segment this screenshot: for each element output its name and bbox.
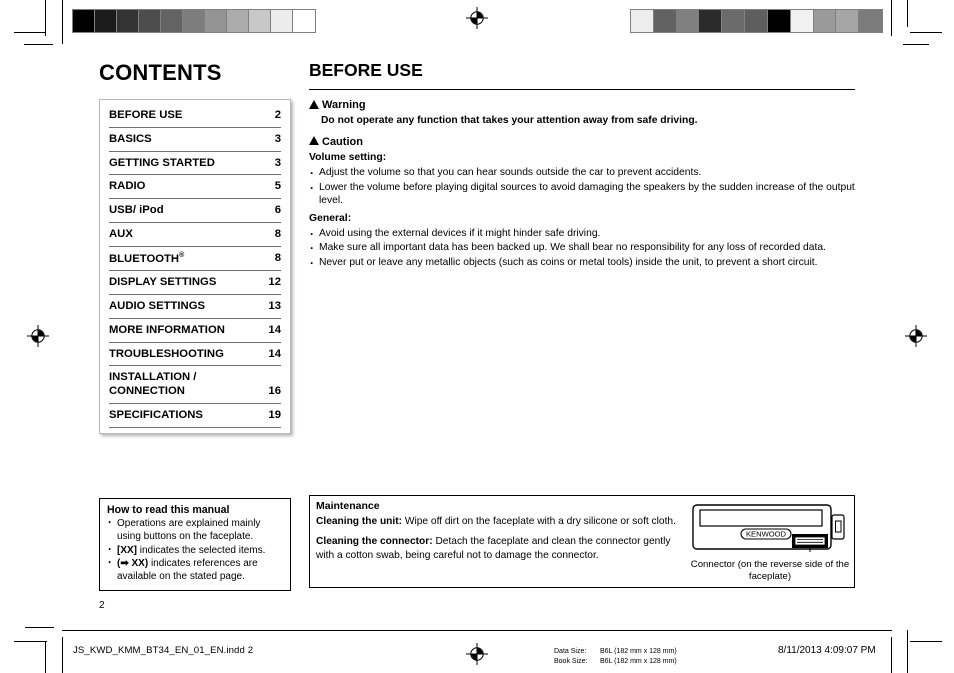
maintenance-clean-connector-label: Cleaning the connector: [316, 536, 433, 548]
toc-row-label: DISPLAY SETTINGS [109, 276, 217, 289]
maintenance-clean-unit-text: Wipe off dirt on the faceplate with a dr… [402, 515, 676, 527]
toc-row[interactable]: BASICS 3 [109, 128, 281, 152]
toc-row-label: BEFORE USE [109, 109, 183, 121]
faceplate-caption: Connector (on the reverse side of the fa… [690, 559, 850, 582]
before-use-body: Warning Do not operate any function that… [309, 98, 857, 273]
general-item: Avoid using the external devices if it m… [309, 226, 857, 242]
data-size-label: Data Size: [554, 648, 587, 655]
how-to-read-title: How to read this manual [107, 504, 230, 516]
how-to-read-list: Operations are explained mainly using bu… [107, 515, 283, 584]
toc-row-label: GETTING STARTED [109, 156, 215, 169]
toc-row-page: 12 [268, 276, 281, 289]
volume-setting-item: Lower the volume before playing digital … [309, 180, 857, 209]
toc-row[interactable]: DISPLAY SETTINGS 12 [109, 271, 281, 296]
maintenance-clean-unit: Cleaning the unit: Wipe off dirt on the … [316, 515, 688, 528]
svg-text:KENWOOD: KENWOOD [746, 530, 787, 539]
volume-setting-label: Volume setting: [309, 152, 387, 164]
toc-row[interactable]: AUDIO SETTINGS 13 [109, 295, 281, 319]
warning-text: Do not operate any function that takes y… [321, 114, 698, 126]
maintenance-title: Maintenance [316, 500, 380, 512]
how-to-read-item: Operations are explained mainly using bu… [107, 515, 283, 544]
general-label: General: [309, 213, 352, 225]
caution-heading: Caution [309, 135, 857, 150]
toc-row-page: 3 [274, 132, 281, 145]
toc-row[interactable]: AUX 8 [109, 223, 281, 247]
maintenance-box: Maintenance Cleaning the unit: Wipe off … [309, 495, 855, 588]
how-to-read-box: How to read this manual Operations are e… [99, 498, 291, 592]
footer-timestamp: 8/11/2013 4:09:07 PM [778, 645, 876, 656]
faceplate-diagram-svg: KENWOOD [692, 504, 845, 554]
general-item: Never put or leave any metallic objects … [309, 255, 857, 271]
toc-row-page: 13 [268, 300, 281, 313]
toc-row-label: TROUBLESHOOTING [109, 347, 224, 360]
toc-row-label: AUX [109, 227, 133, 240]
toc-row-page: 5 [274, 180, 281, 193]
toc-row[interactable]: SPECIFICATIONS 19 [109, 404, 281, 428]
general-item: Make sure all important data has been ba… [309, 240, 857, 256]
toc-row[interactable]: BEFORE USE 2 [109, 104, 281, 128]
data-size-value: B6L (182 mm x 128 mm) [600, 648, 677, 655]
toc-row-page: 2 [274, 109, 281, 121]
toc-row-label: BLUETOOTH® [109, 251, 185, 265]
toc-row-page: 8 [274, 227, 281, 240]
toc-row-label: BASICS [109, 132, 152, 145]
table-of-contents: BEFORE USE 2 BASICS 3 GETTING STARTED 3 RADIO 5… [99, 99, 291, 434]
toc-row-label: SPECIFICATIONS [109, 408, 203, 421]
caution-heading-label: Caution [322, 135, 363, 148]
toc-row-page: 16 [268, 385, 281, 398]
page-number: 2 [99, 600, 105, 611]
warning-triangle-icon [309, 99, 319, 109]
toc-row[interactable]: USB/ iPod 6 [109, 199, 281, 223]
bracket-token: [XX] [117, 544, 137, 556]
toc-row[interactable]: MORE INFORMATION 14 [109, 319, 281, 343]
footer-size-info: Data Size: B6L (182 mm x 128 mm) Book Si… [554, 647, 677, 667]
section-title-rule [309, 89, 855, 90]
toc-row[interactable]: TROUBLESHOOTING 14 [109, 343, 281, 367]
toc-row-label: USB/ iPod [109, 204, 164, 217]
caution-triangle-icon [309, 136, 319, 146]
toc-row-page: 19 [268, 408, 281, 421]
book-size-value: B6L (182 mm x 128 mm) [600, 658, 677, 666]
toc-row[interactable]: RADIO 5 [109, 175, 281, 200]
maintenance-text: Maintenance Cleaning the unit: Wipe off … [316, 500, 688, 562]
book-size-label: Book Size: [554, 658, 588, 666]
reference-arrow-icon: (➡ XX) [117, 557, 149, 569]
toc-row-page: 3 [274, 156, 281, 169]
maintenance-clean-connector: Cleaning the connector: Detach the facep… [316, 535, 688, 562]
toc-row-page: 14 [268, 347, 281, 360]
toc-row[interactable]: BLUETOOTH® 8 [109, 247, 281, 272]
how-to-read-item: [XX] indicates the selected items. [107, 542, 283, 558]
volume-setting-list: Adjust the volume so that you can hear s… [309, 165, 857, 209]
page-title-contents: CONTENTS [99, 60, 222, 85]
footer-divider [62, 630, 892, 631]
toc-row[interactable]: INSTALLATION / CONNECTION 16 [109, 366, 281, 404]
volume-setting-item: Adjust the volume so that you can hear s… [309, 165, 857, 181]
section-title-before-use: BEFORE USE [309, 60, 423, 80]
toc-row-label: INSTALLATION / CONNECTION [109, 371, 197, 398]
warning-heading-label: Warning [322, 99, 366, 111]
warning-heading: Warning [309, 98, 857, 113]
registered-trademark-icon: ® [179, 251, 185, 259]
how-to-read-item: (➡ XX) indicates references are availabl… [107, 555, 283, 584]
toc-row-label: AUDIO SETTINGS [109, 300, 206, 313]
general-list: Avoid using the external devices if it m… [309, 226, 857, 271]
toc-row-page: 6 [274, 204, 281, 217]
toc-row-label: RADIO [109, 180, 146, 193]
manual-page: CONTENTS BEFORE USE 2 BASICS 3 GETTING START… [0, 0, 954, 673]
toc-row-page: 14 [268, 323, 281, 336]
footer-file-name: JS_KWD_KMM_BT34_EN_01_EN.indd 2 [73, 645, 254, 656]
toc-row-page: 8 [274, 252, 281, 265]
faceplate-illustration: KENWOOD Connector (on the reverse side o… [691, 504, 850, 583]
toc-row-label: MORE INFORMATION [109, 323, 225, 336]
toc-row[interactable]: GETTING STARTED 3 [109, 152, 281, 176]
maintenance-clean-unit-label: Cleaning the unit: [316, 515, 403, 527]
